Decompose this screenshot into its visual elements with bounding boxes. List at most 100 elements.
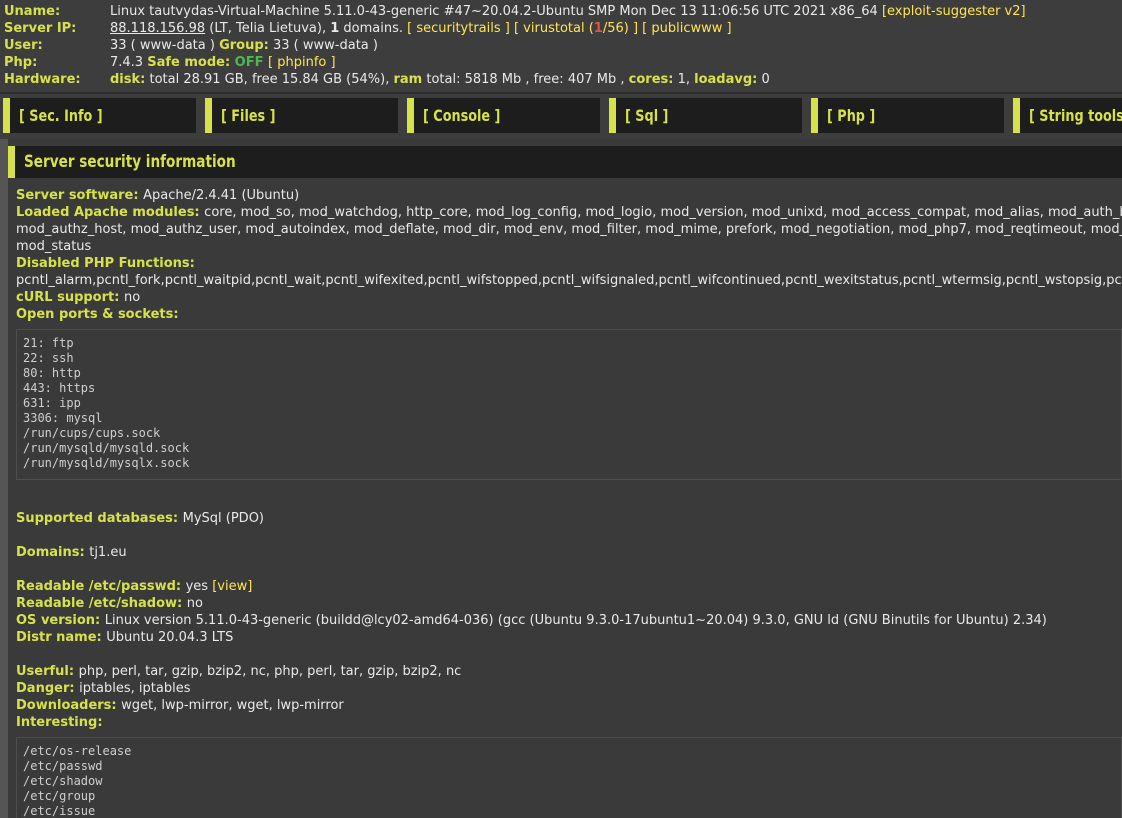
group-label: Group: bbox=[219, 38, 269, 53]
gap bbox=[16, 646, 1122, 663]
open-ports-block: 21: ftp 22: ssh 80: http 443: https 631:… bbox=[16, 329, 1122, 480]
apache-modules-value-1: core, mod_so, mod_watchdog, http_core, m… bbox=[204, 205, 1122, 220]
tab-console-label: [ Console ] bbox=[423, 106, 500, 125]
gap bbox=[16, 561, 1122, 578]
server-ip-location: (LT, Telia Lietuva), bbox=[205, 21, 330, 36]
disk-value: total 28.91 GB, free 15.84 GB (54%), bbox=[145, 72, 393, 87]
tab-sec-info-label: [ Sec. Info ] bbox=[19, 106, 103, 125]
uname-row: Uname: Linux tautvydas-Virtual-Machine 5… bbox=[4, 3, 1118, 20]
safe-mode-label: Safe mode: bbox=[147, 55, 230, 70]
tab-string-tools[interactable]: [ String tools ] bbox=[1013, 98, 1122, 133]
databases-line: Supported databases: MySql (PDO) bbox=[16, 510, 1122, 527]
server-info-table: Uname: Linux tautvydas-Virtual-Machine 5… bbox=[0, 3, 1122, 94]
uname-text: Linux tautvydas-Virtual-Machine 5.11.0-4… bbox=[110, 4, 882, 19]
section-title: Server security information bbox=[24, 152, 236, 172]
databases-label: Supported databases: bbox=[16, 511, 183, 526]
os-version-label: OS version: bbox=[16, 613, 105, 628]
uname-value: Linux tautvydas-Virtual-Machine 5.11.0-4… bbox=[110, 3, 1026, 20]
tab-console[interactable]: [ Console ] bbox=[407, 98, 600, 133]
apache-modules-line-3: mod_status bbox=[16, 238, 1122, 255]
server-ip-value: 88.118.156.98 (LT, Telia Lietuva), 1 dom… bbox=[110, 20, 732, 37]
interesting-label: Interesting: bbox=[16, 715, 103, 730]
main-content: Server security information Server softw… bbox=[8, 139, 1122, 818]
apache-modules-label: Loaded Apache modules: bbox=[16, 205, 204, 220]
distr-name-value: Ubuntu 20.04.3 LTS bbox=[106, 630, 233, 645]
server-ip-link[interactable]: 88.118.156.98 bbox=[110, 21, 205, 36]
tab-string-tools-label: [ String tools ] bbox=[1029, 106, 1122, 125]
userful-line: Userful: php, perl, tar, gzip, bzip2, nc… bbox=[16, 663, 1122, 680]
disabled-php-label-line: Disabled PHP Functions: bbox=[16, 255, 1122, 272]
danger-value: iptables, iptables bbox=[79, 681, 190, 696]
tab-files-label: [ Files ] bbox=[221, 106, 275, 125]
tab-sql-label: [ Sql ] bbox=[625, 106, 668, 125]
server-software-line: Server software: Apache/2.4.41 (Ubuntu) bbox=[16, 187, 1122, 204]
user-row: User: 33 ( www-data ) Group: 33 ( www-da… bbox=[4, 37, 1118, 54]
tab-php[interactable]: [ Php ] bbox=[811, 98, 1004, 133]
safe-mode-status: OFF bbox=[230, 55, 268, 70]
virustotal-link-post: /56) ] bbox=[603, 21, 642, 36]
security-info-body: Server software: Apache/2.4.41 (Ubuntu) … bbox=[8, 178, 1122, 818]
readable-shadow-line: Readable /etc/shadow: no bbox=[16, 595, 1122, 612]
view-passwd-link[interactable]: [view] bbox=[212, 579, 252, 594]
server-ip-row: Server IP: 88.118.156.98 (LT, Telia Liet… bbox=[4, 20, 1118, 37]
tab-sec-info[interactable]: [ Sec. Info ] bbox=[3, 98, 196, 133]
disk-label: disk: bbox=[110, 72, 145, 87]
server-software-value: Apache/2.4.41 (Ubuntu) bbox=[143, 188, 299, 203]
user-label: User: bbox=[4, 37, 110, 54]
hardware-label: Hardware: bbox=[4, 71, 110, 88]
open-ports-label-line: Open ports & sockets: bbox=[16, 306, 1122, 323]
exploit-suggester-link[interactable]: [exploit-suggester v2] bbox=[882, 4, 1026, 19]
downloaders-line: Downloaders: wget, lwp-mirror, wget, lwp… bbox=[16, 697, 1122, 714]
userful-label: Userful: bbox=[16, 664, 79, 679]
cores-value: 1, bbox=[673, 72, 694, 87]
publicwww-link[interactable]: [ publicwww ] bbox=[642, 21, 731, 36]
server-software-label: Server software: bbox=[16, 188, 143, 203]
phpinfo-link[interactable]: [ phpinfo ] bbox=[268, 55, 336, 70]
tab-sql[interactable]: [ Sql ] bbox=[609, 98, 802, 133]
tab-php-label: [ Php ] bbox=[827, 106, 875, 125]
tab-bar: [ Sec. Info ] [ Files ] [ Console ] [ Sq… bbox=[3, 98, 1122, 139]
distr-name-line: Distr name: Ubuntu 20.04.3 LTS bbox=[16, 629, 1122, 646]
readable-passwd-value: yes bbox=[186, 579, 213, 594]
user-text: 33 ( www-data ) bbox=[110, 38, 219, 53]
virustotal-link[interactable]: [ virustotal (1/56) ] bbox=[510, 21, 642, 36]
interesting-label-line: Interesting: bbox=[16, 714, 1122, 731]
server-ip-label: Server IP: bbox=[4, 20, 110, 37]
gap bbox=[16, 480, 1122, 510]
ram-label: ram bbox=[393, 72, 422, 87]
cores-label: cores: bbox=[629, 72, 674, 87]
curl-label: cURL support: bbox=[16, 290, 124, 305]
server-info-header: Uname: Linux tautvydas-Virtual-Machine 5… bbox=[0, 0, 1122, 139]
hardware-row: Hardware: disk: total 28.91 GB, free 15.… bbox=[4, 71, 1118, 88]
domains-line: Domains: tj1.eu bbox=[16, 544, 1122, 561]
group-value: 33 ( www-data ) bbox=[269, 38, 378, 53]
domains-label: Domains: bbox=[16, 545, 89, 560]
user-value: 33 ( www-data ) Group: 33 ( www-data ) bbox=[110, 37, 378, 54]
os-version-line: OS version: Linux version 5.11.0-43-gene… bbox=[16, 612, 1122, 629]
downloaders-label: Downloaders: bbox=[16, 698, 121, 713]
uname-label: Uname: bbox=[4, 3, 110, 20]
php-value: 7.4.3 Safe mode: OFF [ phpinfo ] bbox=[110, 54, 336, 71]
ram-value: total: 5818 Mb , free: 407 Mb , bbox=[422, 72, 628, 87]
userful-value: php, perl, tar, gzip, bzip2, nc, php, pe… bbox=[79, 664, 462, 679]
danger-label: Danger: bbox=[16, 681, 79, 696]
apache-modules-line-2: mod_authz_host, mod_authz_user, mod_auto… bbox=[16, 221, 1122, 238]
curl-line: cURL support: no bbox=[16, 289, 1122, 306]
domains-text: domains. bbox=[339, 21, 407, 36]
danger-line: Danger: iptables, iptables bbox=[16, 680, 1122, 697]
php-label: Php: bbox=[4, 54, 110, 71]
php-version: 7.4.3 bbox=[110, 55, 147, 70]
apache-modules-line-1: Loaded Apache modules: core, mod_so, mod… bbox=[16, 204, 1122, 221]
disabled-php-value-line: pcntl_alarm,pcntl_fork,pcntl_waitpid,pcn… bbox=[16, 272, 1122, 289]
securitytrails-link[interactable]: [ securitytrails ] bbox=[407, 21, 510, 36]
gap bbox=[16, 527, 1122, 544]
os-version-value: Linux version 5.11.0-43-generic (buildd@… bbox=[105, 613, 1047, 628]
tab-files[interactable]: [ Files ] bbox=[205, 98, 398, 133]
downloaders-value: wget, lwp-mirror, wget, lwp-mirror bbox=[121, 698, 344, 713]
readable-passwd-label: Readable /etc/passwd: bbox=[16, 579, 186, 594]
loadavg-value: 0 bbox=[757, 72, 769, 87]
readable-shadow-value: no bbox=[187, 596, 203, 611]
section-header: Server security information bbox=[8, 146, 1122, 178]
loadavg-label: loadavg: bbox=[694, 72, 757, 87]
interesting-files-block: /etc/os-release /etc/passwd /etc/shadow … bbox=[16, 737, 1122, 818]
